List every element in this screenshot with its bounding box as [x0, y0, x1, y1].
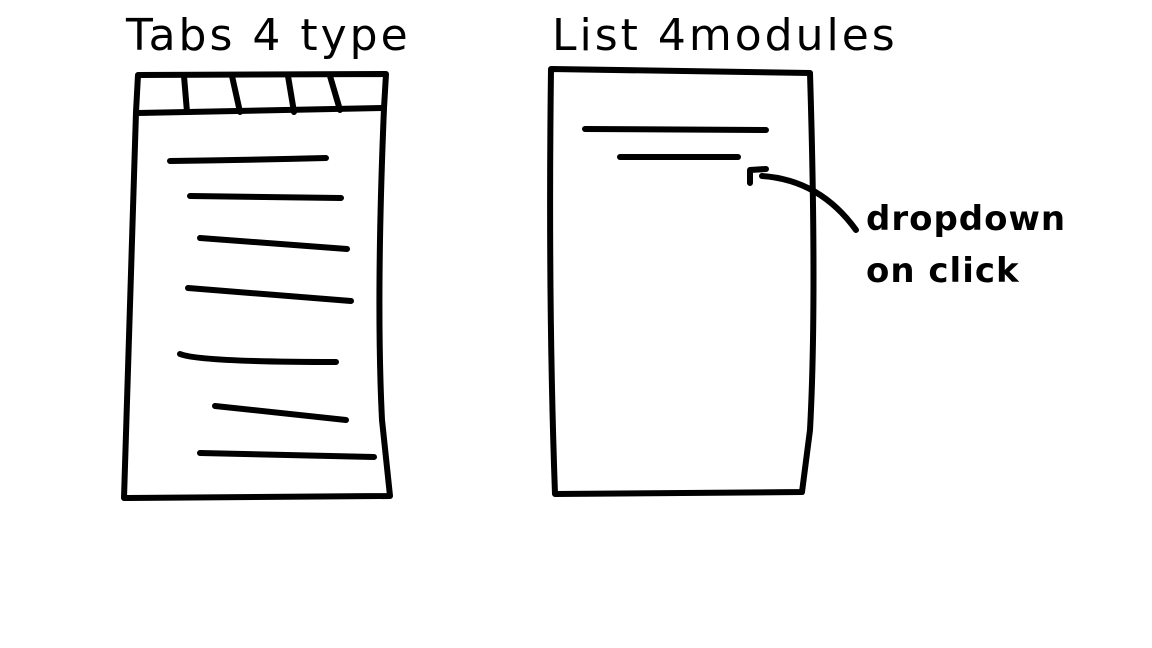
tab-separator-3 — [285, 73, 297, 115]
tabs-content-list — [167, 155, 377, 460]
wireframe-sketch: Tabs 4 type List 4modules dropdown on cl… — [121, 10, 1066, 501]
content-line-6 — [212, 403, 349, 423]
annotation-line-1: dropdown — [866, 199, 1066, 239]
content-line-1 — [167, 155, 329, 164]
dropdown-annotation: dropdown on click — [866, 199, 1066, 291]
module-list-line-1 — [582, 126, 769, 133]
annotation-arrow — [759, 173, 859, 233]
modules-panel-frame — [547, 66, 817, 497]
tabs-panel-frame — [121, 71, 393, 501]
tab-separator-4 — [327, 73, 343, 113]
content-line-4 — [185, 285, 354, 304]
content-line-5 — [177, 351, 339, 365]
tab-bar-divider — [135, 105, 387, 116]
modules-panel-title: List 4modules — [552, 10, 898, 61]
tabs-panel-title: Tabs 4 type — [125, 10, 411, 61]
modules-panel: List 4modules — [547, 10, 898, 497]
tab-separator-1 — [181, 73, 190, 115]
tabs-panel: Tabs 4 type — [121, 10, 411, 501]
content-line-7 — [197, 450, 377, 460]
modules-list — [582, 126, 769, 186]
annotation-line-2: on click — [866, 251, 1020, 291]
content-line-2 — [187, 193, 344, 201]
tab-bar — [135, 73, 387, 116]
content-line-3 — [197, 235, 350, 252]
tab-separator-2 — [229, 73, 243, 115]
